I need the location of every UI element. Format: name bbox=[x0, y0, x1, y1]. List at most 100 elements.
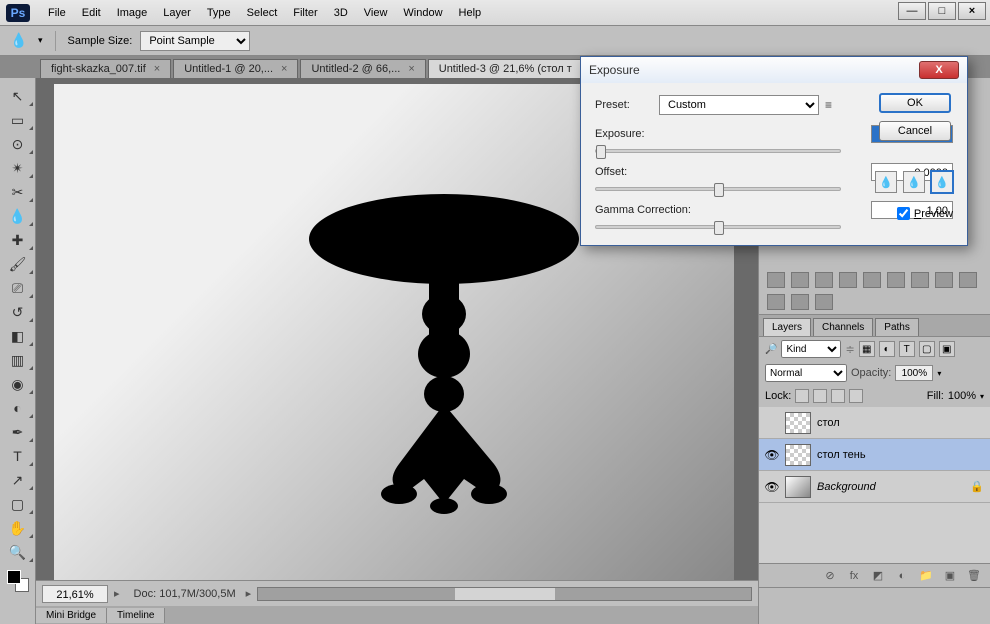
dodge-tool[interactable]: ◐ bbox=[0, 396, 35, 420]
layer-thumbnail[interactable] bbox=[785, 444, 811, 466]
stamp-tool[interactable]: ⎚ bbox=[0, 276, 35, 300]
window-maximize[interactable]: □ bbox=[928, 2, 956, 20]
window-close[interactable]: × bbox=[958, 2, 986, 20]
menu-select[interactable]: Select bbox=[239, 4, 286, 22]
wand-tool[interactable]: ✴ bbox=[0, 156, 35, 180]
path-tool[interactable]: ↗ bbox=[0, 468, 35, 492]
type-tool[interactable]: T bbox=[0, 444, 35, 468]
fill-value[interactable]: 100% bbox=[948, 390, 976, 402]
doc-tab[interactable]: fight-skazka_007.tif× bbox=[40, 59, 171, 78]
mask-icon[interactable]: ◩ bbox=[870, 569, 886, 583]
eyedropper-tool[interactable]: 💧 bbox=[0, 204, 35, 228]
fx-icon[interactable]: fx bbox=[846, 569, 862, 583]
timeline-tab[interactable]: Timeline bbox=[107, 608, 165, 623]
move-tool[interactable]: ↖ bbox=[0, 84, 35, 108]
adjustment-icon[interactable] bbox=[935, 272, 953, 288]
dialog-close-button[interactable]: X bbox=[919, 61, 959, 79]
filter-shape-icon[interactable]: ▢ bbox=[919, 341, 935, 357]
mini-bridge-tab[interactable]: Mini Bridge bbox=[36, 608, 107, 623]
visibility-icon[interactable]: 👁 bbox=[765, 480, 779, 494]
zoom-input[interactable]: 21,61% bbox=[42, 585, 108, 603]
lock-paint-icon[interactable] bbox=[813, 389, 827, 403]
cancel-button[interactable]: Cancel bbox=[879, 121, 951, 141]
layer-name[interactable]: Background bbox=[817, 481, 964, 493]
preview-checkbox[interactable] bbox=[897, 207, 910, 220]
doc-tab[interactable]: Untitled-3 @ 21,6% (стол т bbox=[428, 59, 583, 78]
exposure-slider[interactable] bbox=[595, 149, 841, 153]
eyedropper-white-icon[interactable]: 💧 bbox=[931, 171, 953, 193]
h-scrollbar[interactable] bbox=[257, 587, 752, 601]
visibility-icon[interactable] bbox=[765, 416, 779, 430]
menu-view[interactable]: View bbox=[356, 4, 396, 22]
preset-menu-icon[interactable]: ≡ bbox=[825, 98, 832, 112]
filter-pixel-icon[interactable]: ▦ bbox=[859, 341, 875, 357]
dialog-titlebar[interactable]: Exposure X bbox=[581, 57, 967, 83]
heal-tool[interactable]: ✚ bbox=[0, 228, 35, 252]
layer-filter-select[interactable]: Kind bbox=[781, 340, 841, 358]
menu-type[interactable]: Type bbox=[199, 4, 239, 22]
adjustment-icon[interactable] bbox=[863, 272, 881, 288]
group-icon[interactable]: 📁 bbox=[918, 569, 934, 583]
menu-file[interactable]: File bbox=[40, 4, 74, 22]
menu-3d[interactable]: 3D bbox=[326, 4, 356, 22]
eraser-tool[interactable]: ◧ bbox=[0, 324, 35, 348]
adjustment-icon[interactable] bbox=[767, 294, 785, 310]
window-minimize[interactable]: — bbox=[898, 2, 926, 20]
filter-smart-icon[interactable]: ▣ bbox=[939, 341, 955, 357]
menu-image[interactable]: Image bbox=[109, 4, 156, 22]
layer-name[interactable]: стол bbox=[817, 417, 984, 429]
layer-thumbnail[interactable] bbox=[785, 412, 811, 434]
gamma-slider[interactable] bbox=[595, 225, 841, 229]
new-layer-icon[interactable]: ▣ bbox=[942, 569, 958, 583]
opacity-value[interactable]: 100% bbox=[895, 365, 933, 381]
channels-tab[interactable]: Channels bbox=[813, 318, 873, 336]
preset-select[interactable]: Custom bbox=[659, 95, 819, 115]
menu-filter[interactable]: Filter bbox=[285, 4, 325, 22]
sample-size-select[interactable]: Point Sample bbox=[140, 31, 250, 51]
menu-help[interactable]: Help bbox=[451, 4, 490, 22]
adjustment-icon[interactable] bbox=[791, 272, 809, 288]
brush-tool[interactable]: 🖌 bbox=[0, 252, 35, 276]
layers-tab[interactable]: Layers bbox=[763, 318, 811, 336]
adjustment-icon[interactable] bbox=[815, 294, 833, 310]
lock-position-icon[interactable] bbox=[831, 389, 845, 403]
visibility-icon[interactable]: 👁 bbox=[765, 448, 779, 462]
menu-edit[interactable]: Edit bbox=[74, 4, 109, 22]
history-brush-tool[interactable]: ↺ bbox=[0, 300, 35, 324]
adjustment-icon[interactable] bbox=[791, 294, 809, 310]
adjustment-icon[interactable] bbox=[767, 272, 785, 288]
offset-slider[interactable] bbox=[595, 187, 841, 191]
blend-mode-select[interactable]: Normal bbox=[765, 364, 847, 382]
adjustment-icon[interactable] bbox=[911, 272, 929, 288]
filter-type-icon[interactable]: T bbox=[899, 341, 915, 357]
tab-close-icon[interactable]: × bbox=[154, 63, 160, 75]
menu-layer[interactable]: Layer bbox=[155, 4, 199, 22]
tab-close-icon[interactable]: × bbox=[408, 63, 414, 75]
adjustment-icon[interactable] bbox=[959, 272, 977, 288]
adjustment-icon[interactable] bbox=[839, 272, 857, 288]
pen-tool[interactable]: ✒ bbox=[0, 420, 35, 444]
zoom-tool[interactable]: 🔍 bbox=[0, 540, 35, 564]
lock-transparent-icon[interactable] bbox=[795, 389, 809, 403]
layer-item[interactable]: стол bbox=[759, 407, 990, 439]
hand-tool[interactable]: ✋ bbox=[0, 516, 35, 540]
doc-tab[interactable]: Untitled-1 @ 20,...× bbox=[173, 59, 298, 78]
preview-label[interactable]: Preview bbox=[914, 208, 953, 220]
shape-tool[interactable]: ▢ bbox=[0, 492, 35, 516]
layer-item[interactable]: 👁 стол тень bbox=[759, 439, 990, 471]
color-swatch[interactable] bbox=[7, 570, 29, 592]
blur-tool[interactable]: ◉ bbox=[0, 372, 35, 396]
eyedropper-black-icon[interactable]: 💧 bbox=[875, 171, 897, 193]
tab-close-icon[interactable]: × bbox=[281, 63, 287, 75]
layer-name[interactable]: стол тень bbox=[817, 449, 984, 461]
lock-all-icon[interactable] bbox=[849, 389, 863, 403]
trash-icon[interactable]: 🗑 bbox=[966, 569, 982, 583]
eyedropper-tool-icon[interactable]: 💧 bbox=[10, 32, 30, 49]
layer-thumbnail[interactable] bbox=[785, 476, 811, 498]
menu-window[interactable]: Window bbox=[395, 4, 450, 22]
doc-tab[interactable]: Untitled-2 @ 66,...× bbox=[300, 59, 425, 78]
fill-adjust-icon[interactable]: ◐ bbox=[894, 569, 910, 583]
adjustment-icon[interactable] bbox=[887, 272, 905, 288]
marquee-tool[interactable]: ▭ bbox=[0, 108, 35, 132]
paths-tab[interactable]: Paths bbox=[875, 318, 919, 336]
